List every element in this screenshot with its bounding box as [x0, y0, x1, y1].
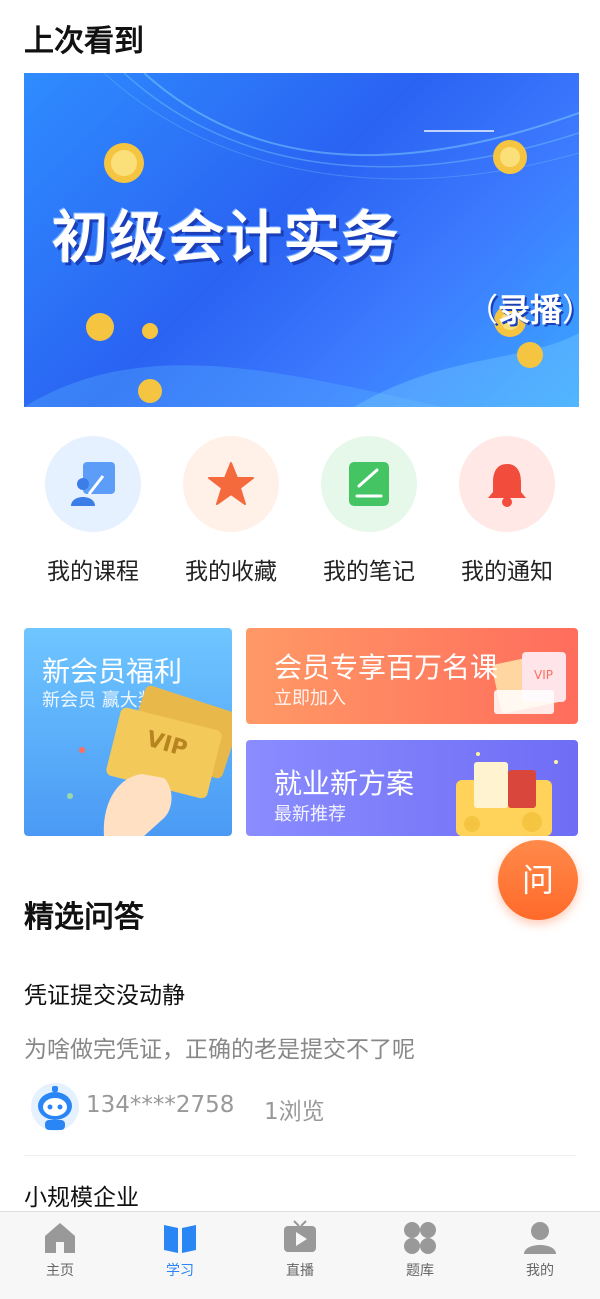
tab-label: 题库	[406, 1263, 434, 1279]
bell-icon	[459, 436, 555, 532]
card-title: 会员专享百万名课	[274, 651, 499, 684]
tab-question-bank[interactable]: 题库	[360, 1220, 480, 1280]
book-icon	[164, 1225, 196, 1253]
tab-label: 我的	[526, 1263, 554, 1279]
card-title: 就业新方案	[274, 767, 415, 800]
tab-study[interactable]: 学习	[120, 1220, 240, 1280]
employment-plan-card[interactable]: 就业新方案 最新推荐	[246, 740, 578, 836]
question-body[interactable]: 为啥做完凭证，正确的老是提交不了呢	[24, 1030, 415, 1064]
qa-section-title: 精选问答	[24, 900, 144, 935]
question-meta: 134****2758 1浏览	[24, 1082, 424, 1132]
bottom-tab-bar: 主页 学习 直播 题库 我的	[0, 1211, 600, 1299]
grid-four-icon	[404, 1222, 436, 1254]
star-icon	[183, 436, 279, 532]
home-icon	[45, 1223, 75, 1253]
shortcut-label: 我的收藏	[185, 559, 277, 585]
recent-section-title: 上次看到	[24, 24, 144, 59]
tab-mine[interactable]: 我的	[480, 1220, 600, 1280]
user-icon	[524, 1222, 556, 1254]
shortcut-label: 我的课程	[47, 559, 139, 585]
course-board-icon	[45, 436, 141, 532]
tv-play-icon	[284, 1220, 316, 1252]
banner-course-tag: （录播）	[466, 291, 579, 329]
shortcut-label: 我的笔记	[323, 559, 415, 585]
note-icon	[321, 436, 417, 532]
tab-live[interactable]: 直播	[240, 1220, 360, 1280]
vip-card-illustration	[67, 685, 232, 836]
vip-courses-card[interactable]: 会员专享百万名课 立即加入 VIP	[246, 628, 578, 724]
shortcut-my-courses[interactable]: 我的课程	[23, 436, 163, 586]
question-divider	[24, 1155, 576, 1156]
card-subtitle: 最新推荐	[274, 804, 346, 825]
tab-label: 直播	[286, 1263, 314, 1279]
shortcut-my-notes[interactable]: 我的笔记	[299, 436, 439, 586]
question-title[interactable]: 小规模企业	[24, 1178, 139, 1212]
tab-home[interactable]: 主页	[0, 1220, 120, 1280]
shortcut-my-favorites[interactable]: 我的收藏	[161, 436, 301, 586]
new-member-benefits-card[interactable]: 新会员福利 新会员 赢大奖 VIP	[24, 628, 232, 836]
recent-course-banner[interactable]: 初级会计实务 （录播）	[24, 73, 579, 407]
shortcut-my-notifications[interactable]: 我的通知	[437, 436, 577, 586]
shortcut-label: 我的通知	[461, 559, 553, 585]
question-author: 134****2758	[86, 1092, 235, 1118]
tab-label: 学习	[166, 1263, 194, 1279]
ask-question-button[interactable]: 问	[498, 840, 578, 920]
tab-label: 主页	[46, 1263, 74, 1279]
question-title[interactable]: 凭证提交没动静	[24, 976, 185, 1010]
question-view-count: 1浏览	[264, 1099, 325, 1125]
banner-course-title: 初级会计实务	[52, 206, 400, 271]
robot-avatar-icon	[31, 1083, 79, 1131]
card-subtitle: 立即加入	[274, 688, 346, 709]
vip-badge: VIP	[534, 668, 553, 682]
